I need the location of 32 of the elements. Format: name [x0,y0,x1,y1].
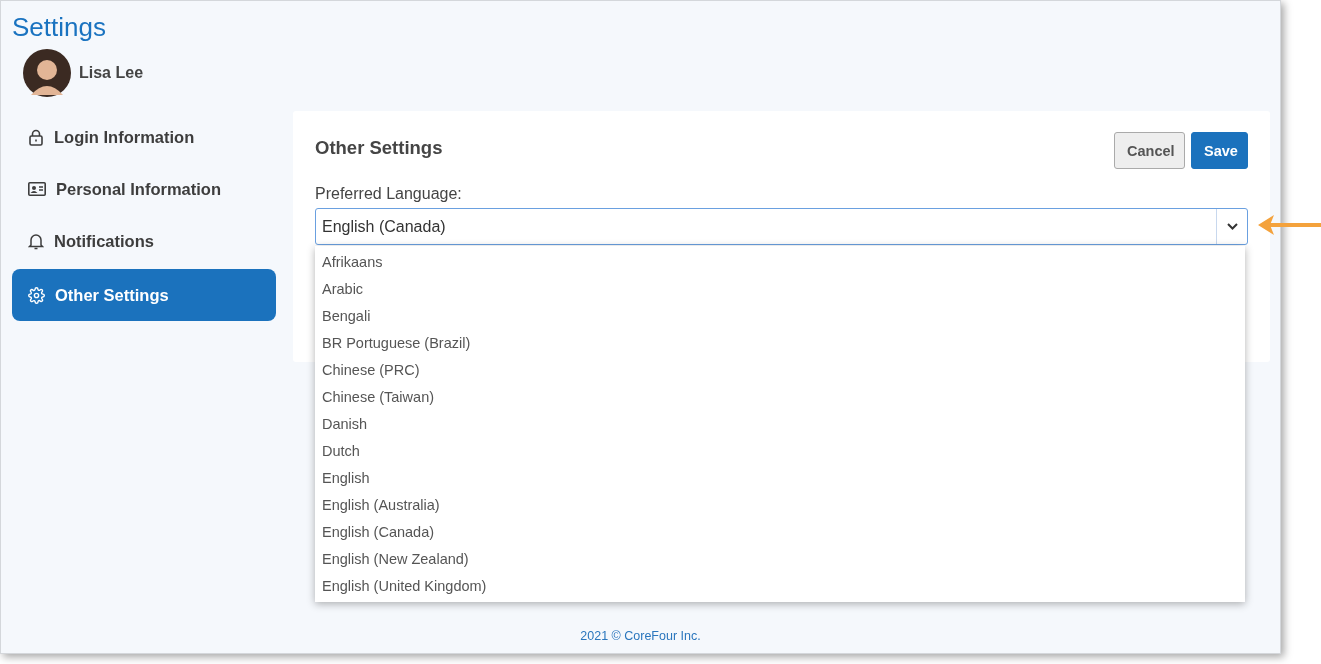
dropdown-option[interactable]: Afrikaans [315,249,1245,276]
sidebar-item[interactable]: Other Settings [12,269,276,321]
dropdown-option[interactable]: Dutch [315,438,1245,465]
dropdown-option[interactable]: English (Canada) [315,519,1245,546]
sidebar-item[interactable]: Personal Information [12,163,276,215]
dropdown-option[interactable]: English (Australia) [315,492,1245,519]
dropdown-option[interactable]: English (New Zealand) [315,546,1245,573]
dropdown-option[interactable]: Danish [315,411,1245,438]
dropdown-option[interactable]: Bengali [315,303,1245,330]
id-card-icon [28,182,46,196]
save-button[interactable]: Save [1191,132,1248,169]
arrow-annotation [1256,213,1321,237]
panel-title: Other Settings [315,137,443,159]
field-label: Preferred Language: [315,185,463,203]
language-select[interactable]: English (Canada) [315,208,1248,245]
dropdown-option[interactable]: Arabic [315,276,1245,303]
dropdown-option[interactable]: English (United Kingdom) [315,573,1245,600]
dropdown-option[interactable]: Chinese (PRC) [315,357,1245,384]
lock-icon [28,128,44,146]
cancel-button[interactable]: Cancel [1114,132,1185,169]
copyright-text: 2021 © CoreFour Inc. [579,629,702,643]
page-title: Settings [11,11,107,43]
dropdown-option[interactable]: English [315,465,1245,492]
sidebar-item[interactable]: Notifications [12,215,276,267]
sidebar-item[interactable]: Login Information [12,111,276,163]
user-name: Lisa Lee [79,64,144,82]
dropdown-option[interactable]: BR Portuguese (Brazil) [315,330,1245,357]
settings-icon [28,286,45,304]
bell-icon [28,232,44,250]
avatar [23,49,71,97]
dropdown-option[interactable]: Chinese (Taiwan) [315,384,1245,411]
chevron-down-icon [1226,223,1238,230]
